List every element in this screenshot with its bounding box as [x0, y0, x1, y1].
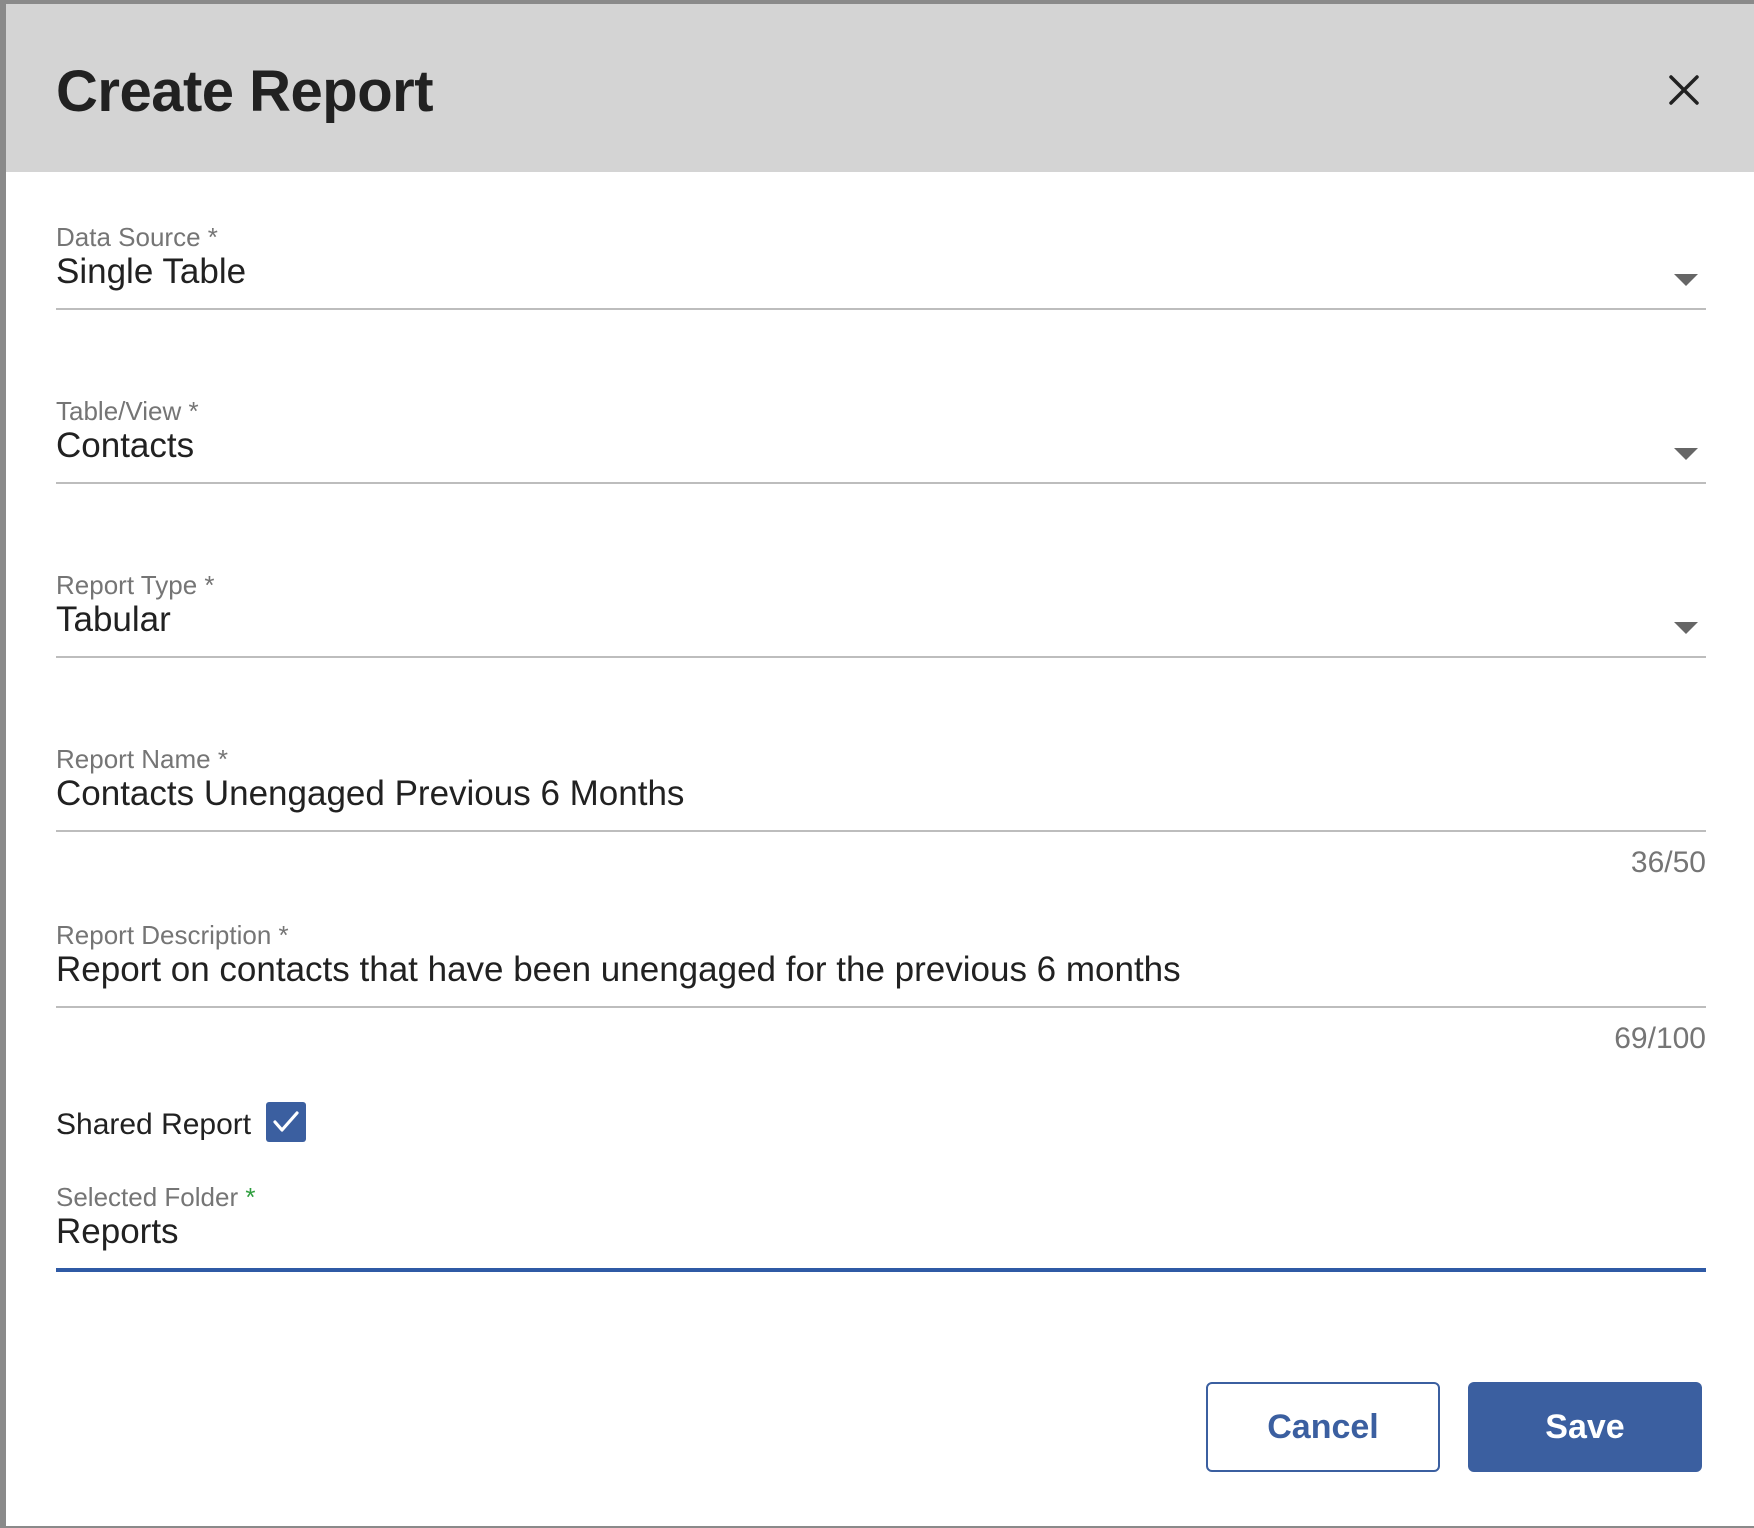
data-source-value: Single Table	[56, 252, 247, 291]
close-button[interactable]	[1654, 60, 1714, 120]
create-report-dialog: Create Report Data Source * Single Table…	[6, 4, 1754, 1526]
report-description-underline	[56, 1006, 1706, 1008]
table-view-value: Contacts	[56, 426, 195, 465]
selected-folder-underline	[56, 1268, 1706, 1272]
report-description-input[interactable]: Report on contacts that have been unenga…	[56, 950, 1181, 990]
report-name-input[interactable]: Contacts Unengaged Previous 6 Months	[56, 774, 684, 814]
report-type-select[interactable]: Report Type * Tabular	[56, 570, 1706, 660]
selected-folder-label: Selected Folder *	[56, 1182, 256, 1212]
report-name-label: Report Name *	[56, 744, 228, 774]
shared-report-label: Shared Report	[56, 1108, 252, 1141]
report-type-underline	[56, 656, 1706, 658]
report-description-counter: 69/100	[1614, 1022, 1706, 1055]
report-description-field[interactable]: Report Description * Report on contacts …	[56, 920, 1706, 1060]
close-icon	[1669, 75, 1699, 105]
shared-report-checkbox[interactable]	[266, 1102, 306, 1142]
dialog-header: Create Report	[6, 4, 1754, 172]
table-view-underline	[56, 482, 1706, 484]
save-button[interactable]: Save	[1468, 1382, 1702, 1472]
report-description-label: Report Description *	[56, 920, 289, 950]
selected-folder-field[interactable]: Selected Folder * Reports	[56, 1182, 1706, 1278]
data-source-underline	[56, 308, 1706, 310]
data-source-select[interactable]: Data Source * Single Table	[56, 222, 1706, 312]
check-icon	[273, 1111, 299, 1132]
chevron-down-icon	[1674, 448, 1698, 460]
chevron-down-icon	[1674, 274, 1698, 286]
cancel-button[interactable]: Cancel	[1206, 1382, 1440, 1472]
selected-folder-input[interactable]: Reports	[56, 1212, 179, 1252]
report-type-value: Tabular	[56, 600, 171, 639]
table-view-label: Table/View *	[56, 396, 199, 426]
report-type-label: Report Type *	[56, 570, 215, 600]
report-name-counter: 36/50	[1630, 846, 1706, 879]
report-name-underline	[56, 830, 1706, 832]
data-source-label: Data Source *	[56, 222, 218, 252]
chevron-down-icon	[1674, 622, 1698, 634]
table-view-select[interactable]: Table/View * Contacts	[56, 396, 1706, 486]
report-name-field[interactable]: Report Name * Contacts Unengaged Previou…	[56, 744, 1706, 884]
dialog-title: Create Report	[56, 59, 434, 124]
